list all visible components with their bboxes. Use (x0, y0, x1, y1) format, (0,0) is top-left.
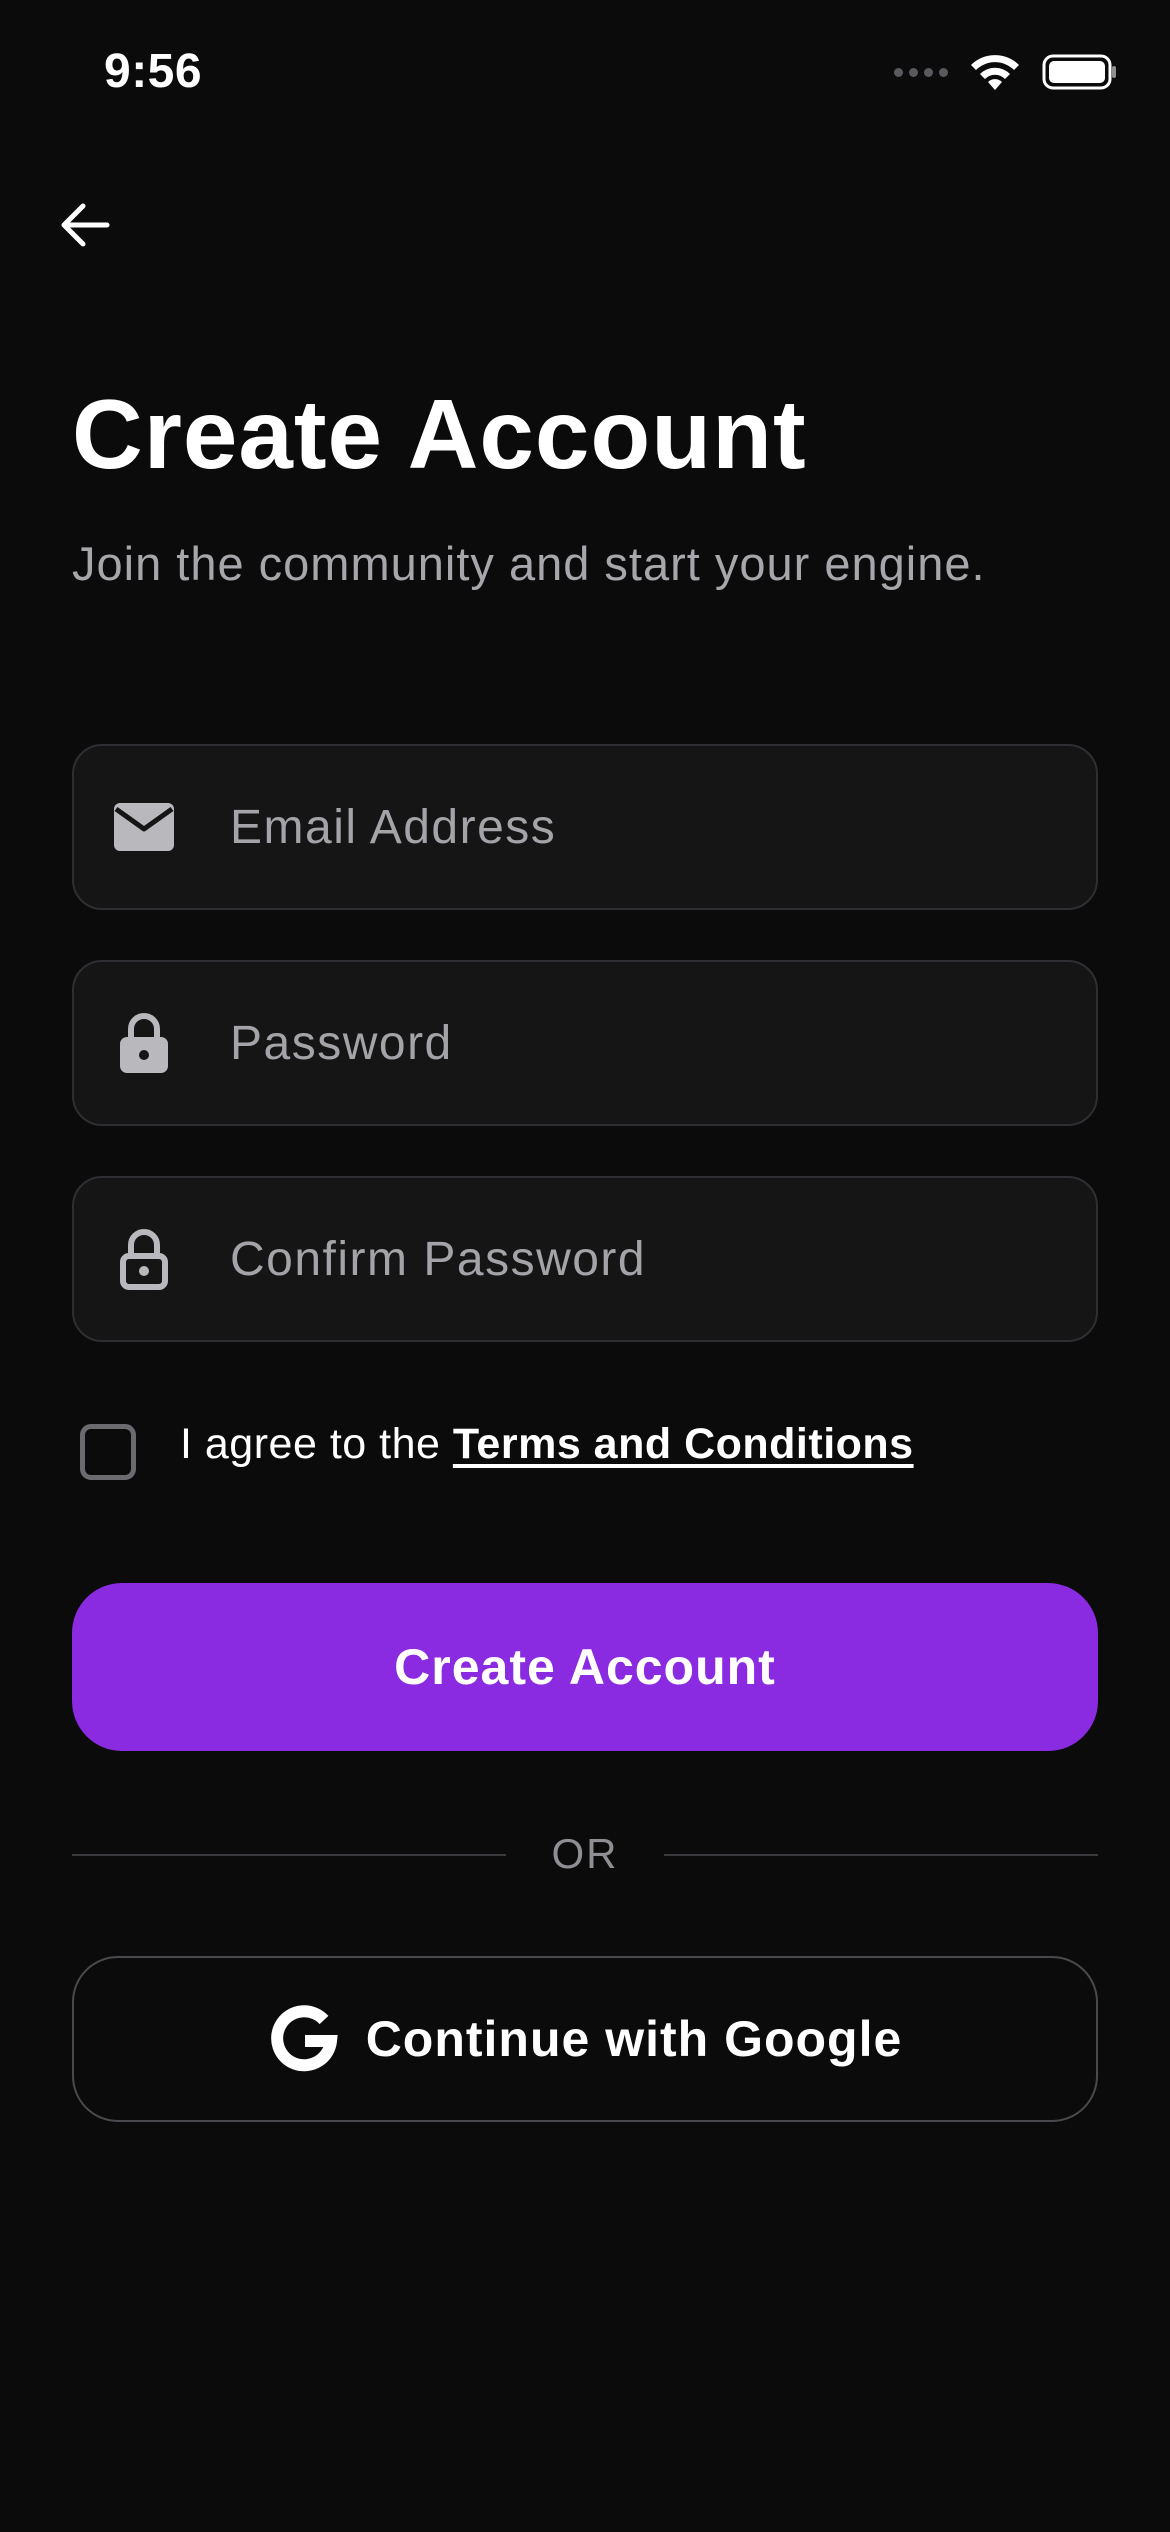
google-button-label: Continue with Google (365, 2011, 903, 2067)
wifi-icon (971, 55, 1019, 90)
google-signin-button[interactable]: Continue with Google (72, 1956, 1098, 2122)
status-bar: 9:56 (0, 0, 1170, 140)
terms-text: I agree to the Terms and Conditions (180, 1420, 914, 1469)
terms-link[interactable]: Terms and Conditions (453, 1420, 914, 1468)
terms-prefix: I agree to the (180, 1420, 453, 1468)
arrow-left-icon (61, 203, 110, 247)
create-account-button[interactable]: Create Account (72, 1583, 1098, 1751)
google-icon (268, 2003, 340, 2075)
page-subtitle: Join the community and start your engine… (72, 537, 986, 590)
page-title: Create Account (72, 379, 807, 489)
or-divider: OR (72, 1820, 1098, 1890)
status-icons (894, 52, 1118, 92)
email-input[interactable] (230, 746, 1066, 908)
status-time: 9:56 (104, 45, 203, 98)
password-field[interactable] (72, 960, 1098, 1126)
confirm-password-field[interactable] (72, 1176, 1098, 1342)
password-input[interactable] (230, 962, 1066, 1124)
lock-outline-icon (112, 1227, 176, 1291)
envelope-icon (112, 795, 176, 859)
confirm-password-input[interactable] (230, 1178, 1066, 1340)
email-field[interactable] (72, 744, 1098, 910)
divider-line-right (664, 1854, 1098, 1856)
terms-checkbox[interactable] (80, 1424, 136, 1480)
back-button[interactable] (50, 190, 120, 260)
lock-icon (112, 1011, 176, 1075)
cellular-signal-icon (894, 67, 948, 77)
battery-icon (1042, 54, 1116, 90)
terms-row: I agree to the Terms and Conditions (80, 1420, 1080, 1480)
